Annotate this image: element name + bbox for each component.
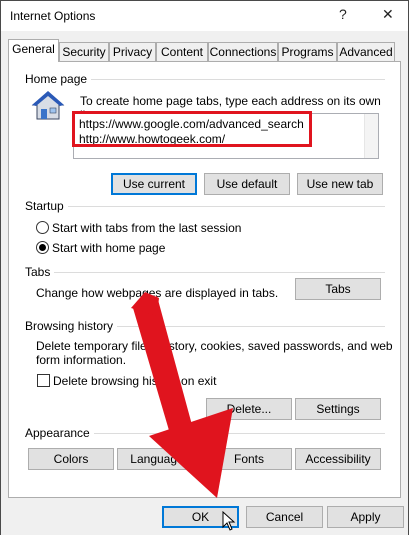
tab-privacy[interactable]: Privacy <box>109 42 156 61</box>
red-arrow-annotation <box>131 292 233 498</box>
addresses-highlight-annotation <box>72 111 312 147</box>
tab-security[interactable]: Security <box>59 42 109 61</box>
close-button[interactable]: ✕ <box>382 6 394 23</box>
tab-programs[interactable]: Programs <box>278 42 337 61</box>
tabs-divider <box>25 272 385 273</box>
tab-content[interactable]: Content <box>156 42 208 61</box>
browsing-history-description: form information. <box>36 353 127 367</box>
history-settings-button[interactable]: Settings <box>295 398 381 420</box>
title-bar: Internet Options ? ✕ <box>1 1 408 31</box>
internet-options-dialog: Internet Options ? ✕ General Security Pr… <box>0 0 409 535</box>
startup-divider <box>25 206 385 207</box>
house-icon <box>31 89 65 124</box>
window-title: Internet Options <box>10 9 96 23</box>
apply-button[interactable]: Apply <box>327 506 404 528</box>
tab-general[interactable]: General <box>8 39 59 62</box>
tabs-group-label: Tabs <box>25 265 55 279</box>
use-current-button[interactable]: Use current <box>111 173 197 195</box>
home-page-group-label: Home page <box>25 72 92 86</box>
accessibility-button[interactable]: Accessibility <box>295 448 381 470</box>
delete-history-on-exit-checkbox[interactable] <box>37 374 50 387</box>
colors-button[interactable]: Colors <box>28 448 114 470</box>
tab-connections[interactable]: Connections <box>208 42 278 61</box>
start-home-page-radio[interactable] <box>36 241 49 254</box>
start-home-page-label[interactable]: Start with home page <box>52 241 165 255</box>
start-last-session-label[interactable]: Start with tabs from the last session <box>52 221 241 235</box>
address-box-scrollbar[interactable] <box>364 114 378 158</box>
browsing-history-group-label: Browsing history <box>25 319 118 333</box>
use-default-button[interactable]: Use default <box>204 173 290 195</box>
tab-advanced[interactable]: Advanced <box>337 42 395 61</box>
tabs-settings-button[interactable]: Tabs <box>295 278 381 300</box>
appearance-group-label: Appearance <box>25 426 94 440</box>
mouse-pointer-icon <box>222 511 236 531</box>
startup-group-label: Startup <box>25 199 68 213</box>
use-new-tab-button[interactable]: Use new tab <box>297 173 383 195</box>
start-last-session-radio[interactable] <box>36 221 49 234</box>
help-button[interactable]: ? <box>339 6 347 22</box>
